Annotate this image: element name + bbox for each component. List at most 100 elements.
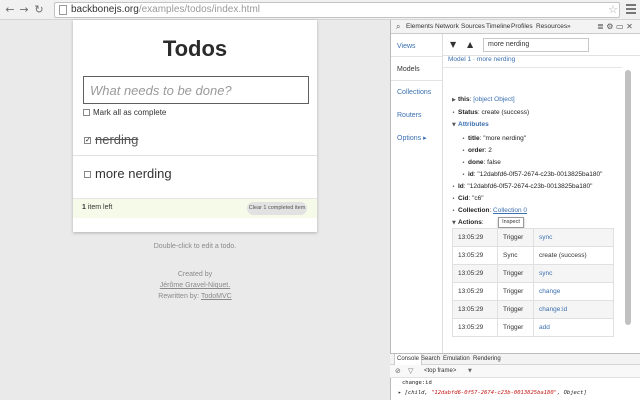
model-filter-input[interactable]: more nerding — [483, 38, 589, 52]
action-type: Sync — [497, 246, 534, 265]
todo-footer: 1 item left Clear 1 completed item — [73, 198, 317, 218]
scrollbar[interactable] — [625, 70, 631, 325]
tree-key: Collection — [458, 207, 490, 214]
sidebar-item-collections[interactable]: Collections — [391, 80, 442, 105]
sidebar-item-routers[interactable]: Routers — [391, 103, 442, 128]
chevron-down-icon[interactable]: ▼ — [468, 365, 472, 378]
clear-completed-button[interactable]: Clear 1 completed item — [247, 202, 307, 215]
action-time: 13:05:29 — [452, 228, 498, 247]
todo-item[interactable]: ✓ nerding — [73, 126, 317, 156]
action-name[interactable]: change — [533, 282, 614, 301]
action-type: Trigger — [497, 228, 534, 247]
todomvc-link[interactable]: TodoMVC — [201, 293, 232, 300]
tab-resources[interactable]: Resources — [536, 20, 567, 34]
collection-link[interactable]: Collection 0 — [493, 207, 527, 214]
tree-row-title: • title: "more nerding" — [462, 135, 527, 142]
edit-hint: Double-click to edit a todo. — [153, 243, 237, 250]
mark-all-toggle[interactable]: Mark all as complete — [83, 108, 166, 118]
inspect-search-icon[interactable]: ⌕ — [396, 22, 400, 32]
action-name: create (success) — [533, 246, 614, 265]
tab-sources[interactable]: Sources — [461, 20, 485, 34]
tree-row-attributes[interactable]: ▼ Attributes — [452, 120, 489, 130]
action-time: 13:05:29 — [452, 300, 498, 319]
tab-console[interactable]: Console — [394, 354, 423, 365]
menu-icon[interactable] — [626, 4, 636, 16]
action-row[interactable]: 13:05:29 Trigger add — [452, 318, 614, 337]
new-todo-input[interactable]: What needs to be done? — [83, 76, 309, 104]
console-log-line[interactable]: ▸ [child, "12dabfd6-0f57-2674-c23b-00138… — [398, 390, 587, 396]
filter-icon[interactable]: ▽ — [408, 365, 413, 378]
action-time: 13:05:29 — [452, 246, 498, 265]
tab-elements[interactable]: Elements — [406, 20, 433, 34]
tab-network[interactable]: Network — [435, 20, 459, 34]
console-drawer-icon[interactable]: ≣ — [597, 22, 604, 31]
tree-value: 2 — [488, 147, 492, 154]
action-name[interactable]: change:id — [533, 300, 614, 319]
tree-value: "12dabfd6-0f57-2674-c23b-0013825ba180" — [477, 171, 603, 178]
expand-icon[interactable]: ▸ — [398, 390, 401, 396]
tab-rendering[interactable]: Rendering — [473, 354, 501, 365]
todo-checkbox[interactable] — [84, 171, 91, 178]
tree-value: "c6" — [472, 195, 484, 202]
settings-gear-icon[interactable]: ⚙ — [606, 22, 613, 31]
tree-value: create (success) — [481, 109, 530, 116]
todo-title[interactable]: nerding — [95, 132, 138, 147]
tree-key: this — [458, 96, 470, 103]
action-row[interactable]: 13:05:29 Trigger change — [452, 282, 614, 301]
dock-icon[interactable]: ▭ — [616, 22, 624, 31]
todo-checkbox-checked[interactable]: ✓ — [84, 137, 91, 144]
star-icon[interactable]: ☆ — [607, 3, 619, 16]
console-text: , Object] — [556, 390, 587, 396]
devtools-actions: ≣ ⚙ ▭ ✕ — [597, 20, 633, 34]
tree-row-attr-id: • id: "12dabfd6-0f57-2674-c23b-0013825ba1… — [462, 171, 603, 178]
rewritten-by-label: Rewritten by: — [158, 293, 200, 300]
forward-icon[interactable]: → — [18, 3, 30, 16]
back-icon[interactable]: ← — [4, 3, 16, 16]
tree-key: Attributes — [458, 121, 489, 128]
author-link[interactable]: Jérôme Gravel-Niquet. — [73, 282, 317, 289]
sidebar-item-models[interactable]: Models — [391, 56, 442, 81]
tab-search[interactable]: Search — [421, 354, 440, 365]
tab-more[interactable]: » — [567, 20, 571, 34]
browser-toolbar: ← → ↻ backbonejs.org/examples/todos/inde… — [0, 0, 640, 20]
page-icon — [59, 5, 67, 15]
tree-row-this[interactable]: ▶ this: [object Object] — [452, 95, 515, 105]
screen: ← → ↻ backbonejs.org/examples/todos/inde… — [0, 0, 640, 400]
todo-item[interactable]: more nerding — [73, 160, 317, 190]
clear-console-icon[interactable]: ⊘ — [395, 365, 401, 378]
page-viewport: Todos What needs to be done? Mark all as… — [0, 20, 390, 400]
todo-app: Todos What needs to be done? Mark all as… — [73, 20, 317, 232]
tree-row-id: • Id: "12dabfd6-0f57-2674-c23b-0013825ba1… — [452, 183, 593, 190]
action-time: 13:05:29 — [452, 282, 498, 301]
tab-emulation[interactable]: Emulation — [443, 354, 470, 365]
tab-timeline[interactable]: Timeline — [486, 20, 510, 34]
address-bar[interactable]: backbonejs.org/examples/todos/index.html — [54, 2, 620, 18]
tree-row-status: • Status: create (success) — [452, 109, 530, 116]
action-name[interactable]: sync — [533, 228, 614, 247]
console-toolbar: ⊘ ▽ <top frame> ▼ — [390, 365, 640, 378]
tree-value: "12dabfd6-0f57-2674-c23b-0013825ba180" — [467, 183, 593, 190]
tree-key: title — [468, 135, 480, 142]
tree-value: "more nerding" — [483, 135, 527, 142]
action-name[interactable]: sync — [533, 264, 614, 283]
tree-key: Actions — [458, 219, 482, 226]
mark-all-label: Mark all as complete — [93, 108, 167, 117]
action-row[interactable]: 13:05:29 Trigger sync — [452, 228, 614, 247]
tab-profiles[interactable]: Profiles — [511, 20, 533, 34]
action-type: Trigger — [497, 264, 534, 283]
frame-selector[interactable]: <top frame> — [424, 365, 456, 378]
action-name[interactable]: add — [533, 318, 614, 337]
todo-title[interactable]: more nerding — [95, 166, 172, 181]
reload-icon[interactable]: ↻ — [33, 3, 45, 16]
action-row[interactable]: 13:05:29 Trigger sync — [452, 264, 614, 283]
close-icon[interactable]: ✕ — [626, 22, 633, 31]
sidebar-item-options[interactable]: Options ▸ — [391, 126, 442, 151]
action-row[interactable]: 13:05:29 Trigger change:id — [452, 300, 614, 319]
mark-all-checkbox[interactable] — [83, 109, 90, 116]
chevron-down-icon[interactable]: ▼ — [450, 40, 456, 49]
model-header[interactable]: Model 1 · more nerding — [442, 52, 622, 68]
tree-key: done — [468, 159, 484, 166]
tree-row-actions[interactable]: ▼ Actions: — [452, 218, 484, 228]
chevron-up-icon[interactable]: ▲ — [467, 40, 473, 49]
action-row[interactable]: 13:05:29 Sync create (success) — [452, 246, 614, 265]
